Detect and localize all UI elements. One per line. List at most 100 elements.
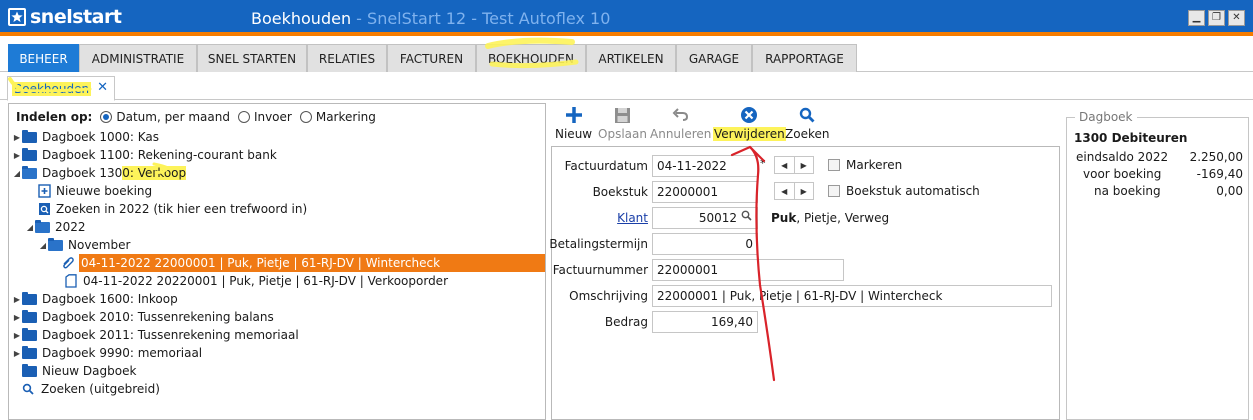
tree-item-november[interactable]: ◢ November [38,236,130,254]
factuurnummer-field[interactable]: 22000001 [652,259,844,281]
tree-item-zoeken-uitgebreid[interactable]: Zoeken (uitgebreid) [22,380,160,398]
betalingstermijn-field[interactable]: 0 [652,233,758,255]
collapse-icon[interactable]: ◢ [12,169,22,178]
search-document-icon [37,202,51,216]
prev-icon[interactable]: ◀ [775,157,794,173]
folder-open-icon [22,165,37,179]
search-icon[interactable] [741,210,752,224]
window-title: Boekhouden - SnelStart 12 - Test Autofle… [251,9,610,28]
checkbox-label: Boekstuk automatisch [846,184,980,198]
new-button[interactable]: Nieuw [555,105,592,141]
tree-label: Nieuwe boeking [56,184,153,198]
delete-button[interactable]: Verwijderen [713,105,786,141]
tab-boekhouden[interactable]: BOEKHOUDEN [476,44,586,72]
required-marker: * [760,157,766,170]
title-bar: snelstart Boekhouden - SnelStart 12 - Te… [0,0,1253,36]
restore-icon[interactable]: ❐ [1208,10,1225,26]
tree-item-dagboek-inkoop[interactable]: ▶ Dagboek 1600: Inkoop [12,290,178,308]
tree-item-dagboek-bank[interactable]: ▶ Dagboek 1100: Rekening-courant bank [12,146,277,164]
tree-item-dagboek-memoriaal[interactable]: ▶ Dagboek 9990: memoriaal [12,344,202,362]
save-button[interactable]: Opslaan [598,105,647,141]
boekstuk-automatisch-checkbox[interactable]: Boekstuk automatisch [828,184,980,198]
close-icon[interactable]: ✕ [97,80,108,95]
document-tabs: Boekhouden ✕ [0,73,1253,101]
tree-item-dagboek-tussen-memoriaal[interactable]: ▶ Dagboek 2011: Tussenrekening memoriaal [12,326,299,344]
logo-text: snelstart [30,6,122,28]
cancel-button[interactable]: Annuleren [650,105,711,141]
boekstuk-stepper[interactable]: ◀ ▶ [774,182,814,200]
window-title-sub: - SnelStart 12 - Test Autoflex 10 [351,9,611,28]
tab-snel-starten[interactable]: SNEL STARTEN [197,44,307,72]
search-button[interactable]: Zoeken [785,105,829,141]
omschrijving-field[interactable]: 22000001 | Puk, Pietje | 61-RJ-DV | Wint… [652,285,1052,307]
checkbox-icon [828,159,840,171]
tree-item-nieuw-dagboek[interactable]: Nieuw Dagboek [22,362,136,380]
tab-rapportage[interactable]: RAPPORTAGE [752,44,857,72]
tree-item-entry-wintercheck-label[interactable]: 04-11-2022 22000001 | Puk, Pietje | 61-R… [79,254,545,272]
tree-item-dagboek-kas[interactable]: ▶ Dagboek 1000: Kas [12,128,159,146]
next-icon[interactable]: ▶ [793,157,814,173]
tree-item-dagboek-tussen-balans[interactable]: ▶ Dagboek 2010: Tussenrekening balans [12,308,274,326]
label-boekstuk: Boekstuk [592,185,648,199]
folder-icon [22,147,37,161]
next-icon[interactable]: ▶ [793,183,814,199]
search-icon [22,382,34,396]
tab-garage[interactable]: GARAGE [676,44,752,72]
tab-administratie[interactable]: ADMINISTRATIE [79,44,197,72]
markeren-checkbox[interactable]: Markeren [828,158,902,172]
expand-icon[interactable]: ▶ [12,133,22,142]
close-icon[interactable]: ✕ [1228,10,1245,26]
factuurdatum-stepper[interactable]: ◀ ▶ [774,156,814,174]
tree-item-entry-verkooporder[interactable]: 04-11-2022 20220001 | Puk, Pietje | 61-R… [64,272,448,290]
undo-icon [672,105,690,125]
minimize-icon[interactable]: ▁ [1188,10,1205,26]
app-logo: snelstart [8,6,122,28]
expand-icon[interactable]: ▶ [12,295,22,304]
tab-artikelen[interactable]: ARTIKELEN [586,44,676,72]
tree-label: Dagboek 1100: Rekening-courant bank [42,148,277,162]
window-controls: ▁ ❐ ✕ [1188,10,1245,26]
collapse-icon[interactable]: ◢ [25,223,35,232]
collapse-icon[interactable]: ◢ [38,241,48,250]
boekstuk-field[interactable]: 22000001 [652,181,758,203]
tree-label: Dagboek 9990: memoriaal [42,346,203,360]
summary-value-eindsaldo: 2.250,00 [1189,150,1243,164]
tab-boekhouden-document[interactable]: Boekhouden ✕ [7,76,115,101]
expand-icon[interactable]: ▶ [12,151,22,160]
tree-item-dagboek-verkoop[interactable]: ◢ Dagboek 130 0: Verkoop [12,164,187,182]
klant-name-rest: , Pietje, Verweg [796,211,890,225]
label-betalingstermijn: Betalingstermijn [549,237,648,251]
tab-beheer[interactable]: BEHEER [8,44,79,72]
tree-item-nieuwe-boeking[interactable]: Nieuwe boeking [37,182,152,200]
radio-datum-per-maand[interactable]: Datum, per maand [100,110,230,124]
tree-label: Zoeken in 2022 (tik hier een trefwoord i… [56,202,308,216]
radio-icon [237,111,250,123]
expand-icon[interactable]: ▶ [12,349,22,358]
folder-icon [22,345,37,359]
tree-label-highlighted: 0: Verkoop [122,166,187,180]
radio-markering[interactable]: Markering [299,110,376,124]
tab-relaties[interactable]: RELATIES [307,44,387,72]
attachment-icon [61,256,75,270]
new-button-label: Nieuw [555,127,593,141]
search-button-label: Zoeken [785,127,830,141]
klant-name-bold: Puk [771,211,797,225]
dagboek-panel-title: Dagboek [1075,110,1137,124]
tree-label: Dagboek 1000: Kas [42,130,159,144]
bedrag-field[interactable]: 169,40 [652,311,758,333]
tree-item-year-2022[interactable]: ◢ 2022 [25,218,86,236]
folder-icon [22,363,37,377]
tree-label: Dagboek 1600: Inkoop [42,292,178,306]
klant-link[interactable]: Klant [617,211,648,225]
dagboek-tree-panel: Indelen op: Datum, per maand Invoer Mark… [8,103,546,420]
tab-facturen[interactable]: FACTUREN [387,44,476,72]
factuurdatum-field[interactable]: 04-11-2022 [652,155,758,177]
expand-icon[interactable]: ▶ [12,331,22,340]
radio-invoer[interactable]: Invoer [237,110,292,124]
expand-icon[interactable]: ▶ [12,313,22,322]
folder-icon [22,291,37,305]
label-factuurdatum: Factuurdatum [564,159,648,173]
prev-icon[interactable]: ◀ [775,183,794,199]
tree-item-zoeken-2022[interactable]: Zoeken in 2022 (tik hier een trefwoord i… [37,200,307,218]
grouping-options: Indelen op: Datum, per maand Invoer Mark… [16,110,384,124]
